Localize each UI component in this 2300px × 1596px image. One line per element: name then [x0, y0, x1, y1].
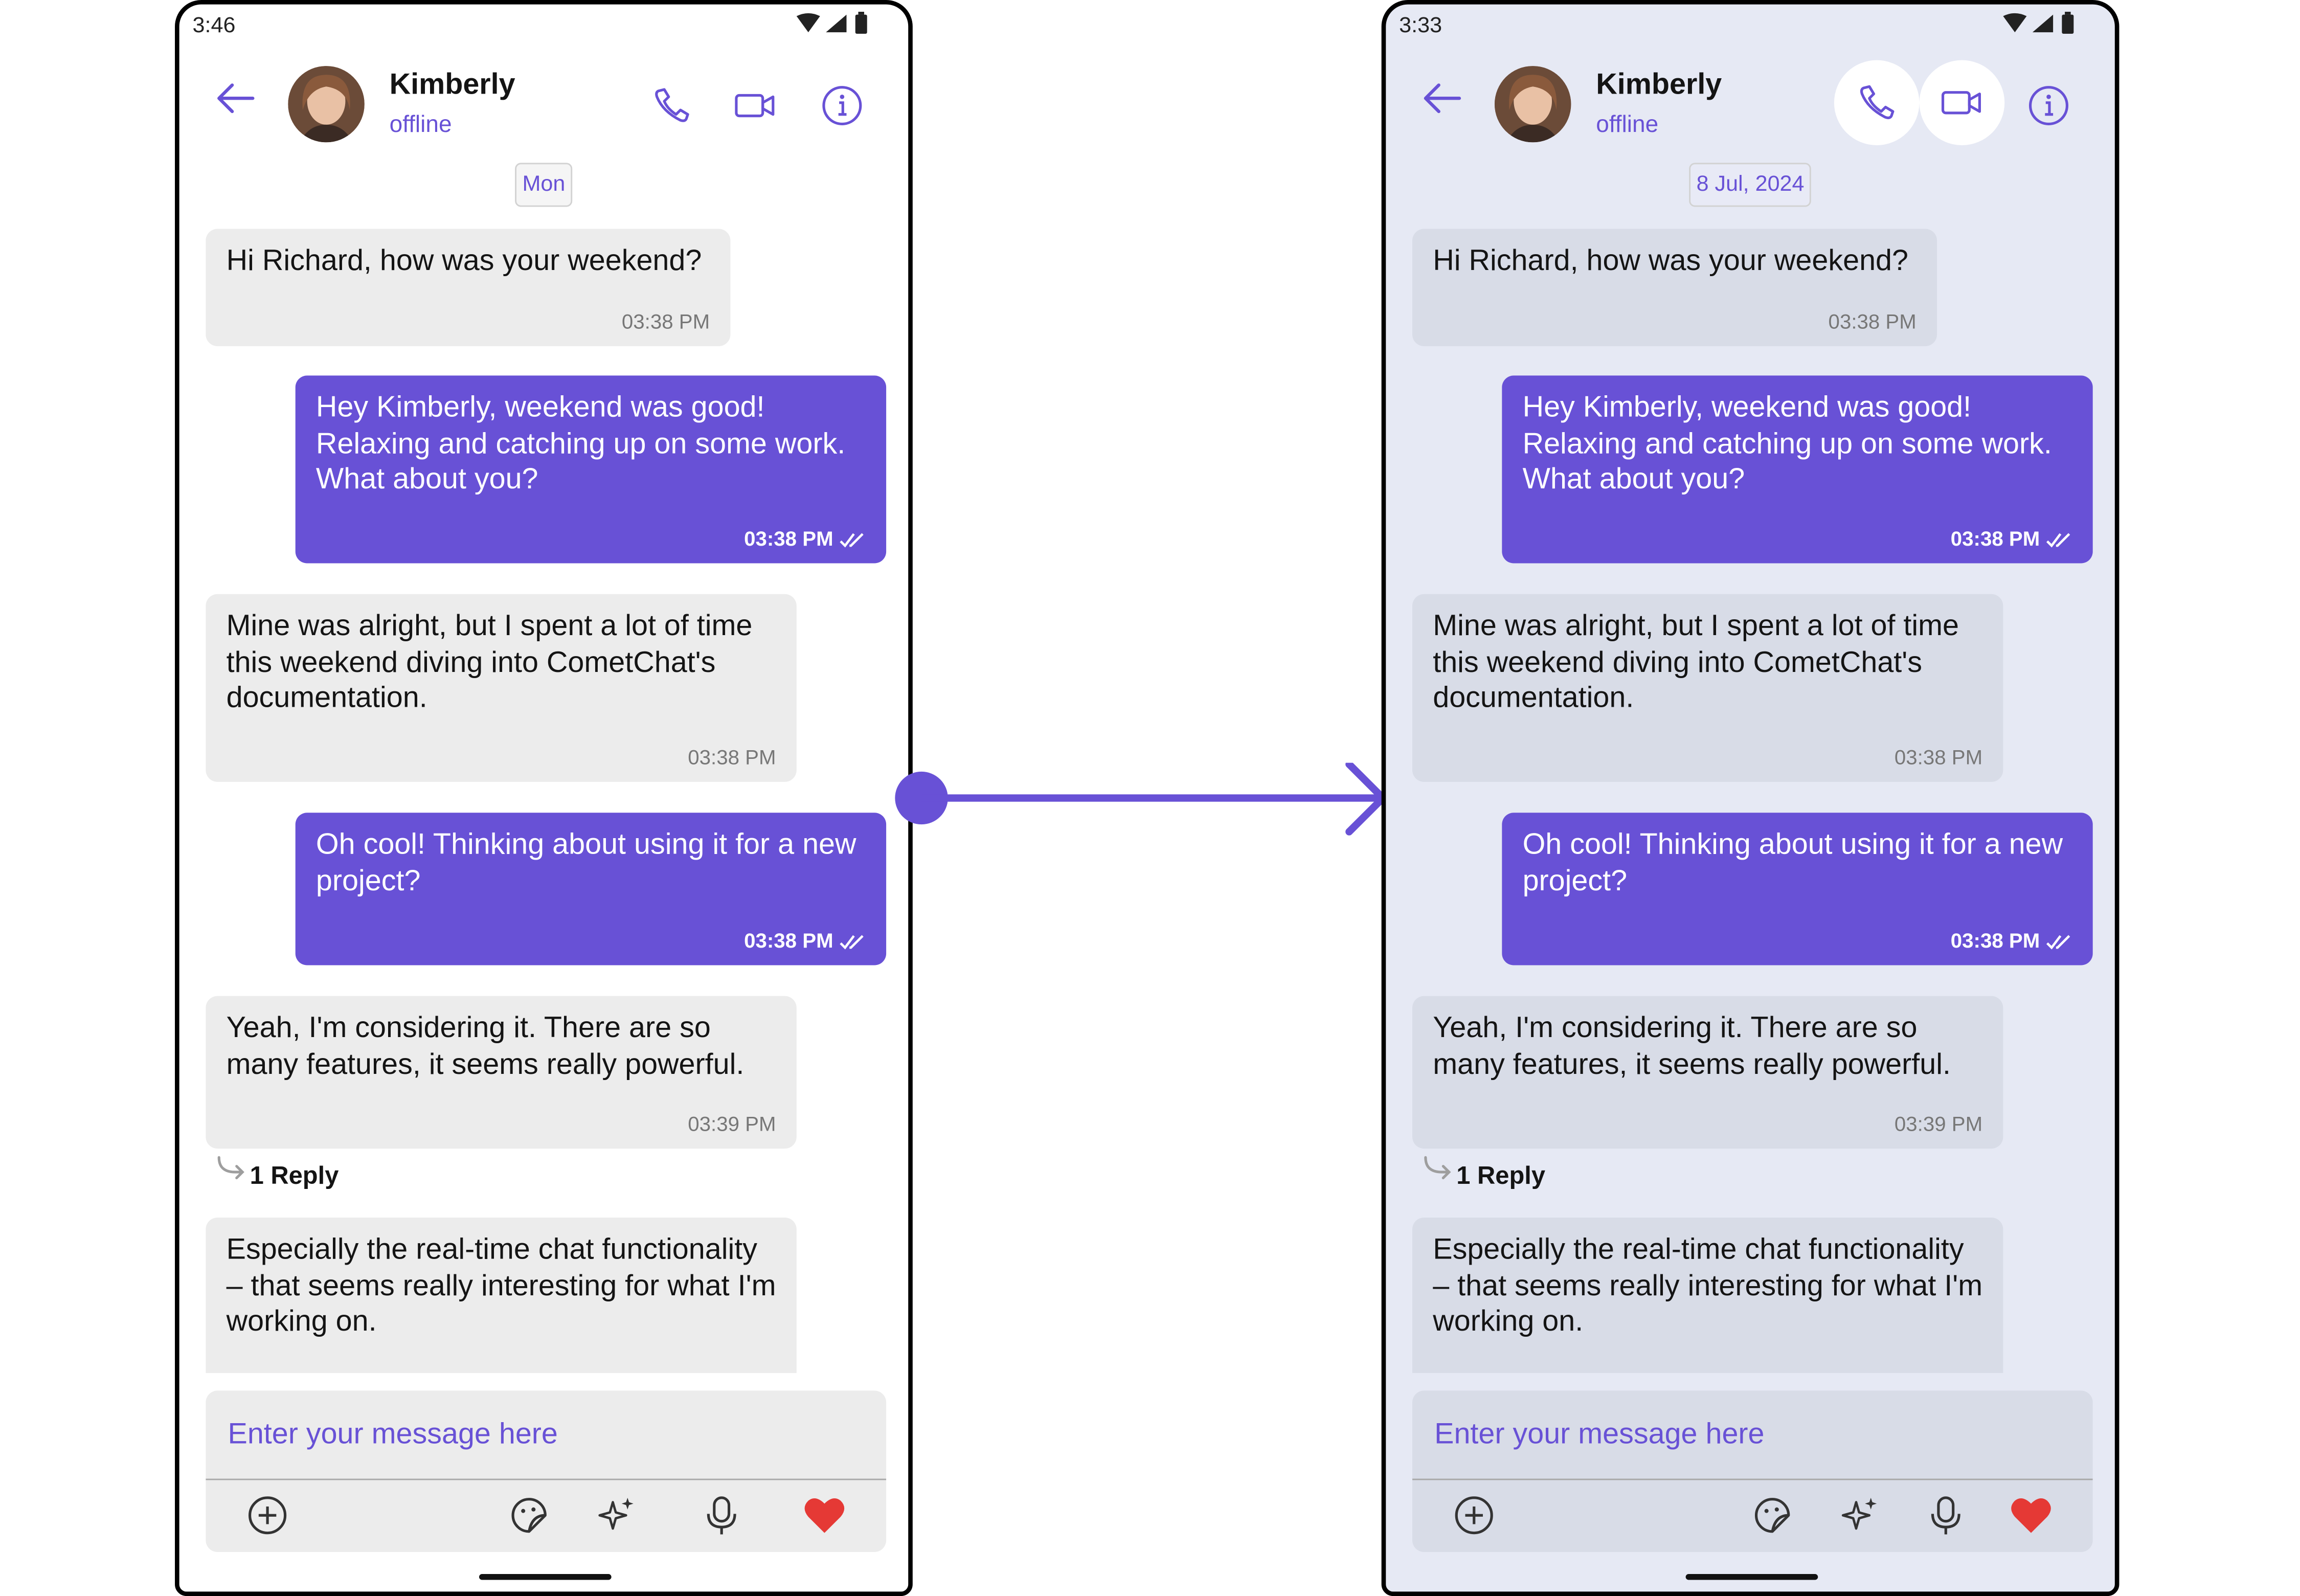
message-time: 03:38 PM [688, 745, 776, 769]
add-attachment-icon[interactable] [1452, 1493, 1496, 1537]
phone-call-icon [1860, 85, 1895, 120]
read-receipt-icon [840, 533, 864, 548]
message-time: 03:38 PM [621, 309, 710, 333]
message-bubble-incoming[interactable]: Yeah, I'm considering it. There are so m… [1412, 996, 2003, 1149]
message-text: Mine was alright, but I spent a lot of t… [1433, 610, 1959, 715]
message-bubble-incoming[interactable]: Especially the real-time chat functional… [206, 1217, 797, 1374]
microphone-icon[interactable] [700, 1493, 743, 1537]
contact-name: Kimberly [389, 69, 515, 101]
message-input[interactable] [1412, 1390, 2093, 1479]
message-text: Yeah, I'm considering it. There are so m… [1433, 1012, 1951, 1081]
home-indicator [479, 1574, 612, 1580]
status-bar: 3:46 [179, 5, 909, 46]
ai-sparkle-icon[interactable] [1838, 1493, 1882, 1537]
reply-count: 1 Reply [1456, 1161, 1546, 1190]
status-bar: 3:33 [1386, 5, 2115, 46]
message-text: Oh cool! Thinking about using it for a n… [1522, 828, 2063, 897]
message-text: Especially the real-time chat functional… [1433, 1233, 1983, 1338]
avatar[interactable] [1494, 66, 1571, 143]
message-bubble-outgoing[interactable]: Hey Kimberly, weekend was good! Relaxing… [295, 375, 887, 564]
reply-arrow-icon [217, 1156, 244, 1180]
message-text: Mine was alright, but I spent a lot of t… [226, 610, 753, 715]
message-text: Hi Richard, how was your weekend? [1433, 245, 1909, 278]
microphone-icon[interactable] [1924, 1493, 1968, 1537]
message-footer: 03:38 PM [1951, 527, 2072, 550]
message-bubble-incoming[interactable]: Mine was alright, but I spent a lot of t… [206, 594, 797, 782]
system-status-icons [796, 11, 867, 34]
heart-reaction-icon[interactable] [802, 1493, 846, 1537]
reply-arrow-icon [1424, 1156, 1451, 1180]
video-call-icon [1941, 91, 1981, 115]
ai-sparkle-icon[interactable] [595, 1493, 639, 1537]
avatar-portrait [288, 66, 365, 143]
message-text: Especially the real-time chat functional… [226, 1233, 776, 1338]
reply-count: 1 Reply [250, 1161, 339, 1190]
message-bubble-incoming[interactable]: Mine was alright, but I spent a lot of t… [1412, 594, 2003, 782]
message-input[interactable] [206, 1390, 887, 1479]
contact-name: Kimberly [1596, 69, 1722, 101]
message-bubble-outgoing[interactable]: Oh cool! Thinking about using it for a n… [295, 813, 887, 965]
presence-status: offline [1596, 113, 1659, 138]
message-composer [206, 1390, 887, 1552]
message-time: 03:39 PM [688, 1112, 776, 1136]
date-separator: Mon [515, 163, 573, 207]
message-footer: 03:38 PM [744, 527, 866, 550]
message-bubble-incoming[interactable]: Hi Richard, how was your weekend? 03:38 … [206, 229, 731, 346]
message-bubble-incoming[interactable]: Especially the real-time chat functional… [1412, 1217, 2003, 1374]
message-time: 03:38 PM [1828, 309, 1916, 333]
date-separator: 8 Jul, 2024 [1689, 163, 1812, 207]
composer-divider [1412, 1478, 2093, 1480]
composer-divider [206, 1478, 887, 1480]
message-time: 03:38 PM [744, 928, 833, 952]
message-bubble-incoming[interactable]: Yeah, I'm considering it. There are so m… [206, 996, 797, 1149]
video-call-icon[interactable] [733, 84, 777, 128]
message-text: Hey Kimberly, weekend was good! Relaxing… [315, 391, 846, 496]
status-time: 3:46 [192, 13, 236, 38]
comparison-stage: 3:46 Kimberly offline Mon Hi Richard, ho… [0, 0, 2300, 1596]
message-text: Hey Kimberly, weekend was good! Relaxing… [1522, 391, 2052, 496]
presence-status: offline [389, 113, 452, 138]
read-receipt-icon [2046, 935, 2070, 950]
message-text: Hi Richard, how was your weekend? [226, 245, 702, 278]
message-time: 03:38 PM [1894, 745, 1983, 769]
transition-arrow [895, 762, 1387, 836]
video-call-button[interactable] [1919, 60, 2005, 145]
message-composer [1412, 1390, 2093, 1552]
message-bubble-outgoing[interactable]: Hey Kimberly, weekend was good! Relaxing… [1502, 375, 2093, 564]
add-attachment-icon[interactable] [245, 1493, 289, 1537]
message-time: 03:39 PM [1894, 1112, 1983, 1136]
phone-call-button[interactable] [1834, 60, 1920, 145]
sticker-icon[interactable] [1750, 1493, 1794, 1537]
phone-default-style: 3:46 Kimberly offline Mon Hi Richard, ho… [175, 0, 913, 1596]
message-time: 03:38 PM [744, 526, 833, 550]
heart-reaction-icon[interactable] [2009, 1493, 2053, 1537]
back-arrow-icon[interactable] [1421, 81, 1462, 116]
system-status-icons [2003, 11, 2074, 34]
message-footer: 03:38 PM [744, 929, 866, 952]
message-time: 03:38 PM [1950, 526, 2040, 550]
message-text: Yeah, I'm considering it. There are so m… [226, 1012, 745, 1081]
status-time: 3:33 [1399, 13, 1442, 38]
avatar[interactable] [288, 66, 365, 143]
chat-header: Kimberly offline [179, 63, 909, 151]
message-bubble-outgoing[interactable]: Oh cool! Thinking about using it for a n… [1502, 813, 2093, 965]
back-arrow-icon[interactable] [215, 81, 256, 116]
message-bubble-incoming[interactable]: Hi Richard, how was your weekend? 03:38 … [1412, 229, 1937, 346]
avatar-portrait [1494, 66, 1571, 143]
phone-customized-style: 3:33 Kimberly offline 8 Jul, 2024 Hi Ric… [1381, 0, 2119, 1596]
message-time: 03:38 PM [1950, 928, 2040, 952]
chat-header: Kimberly offline [1386, 60, 2115, 151]
info-icon[interactable] [820, 84, 864, 128]
read-receipt-icon [2046, 533, 2070, 548]
read-receipt-icon [840, 935, 864, 950]
message-text: Oh cool! Thinking about using it for a n… [315, 828, 856, 897]
home-indicator [1685, 1574, 1818, 1580]
message-footer: 03:38 PM [1951, 929, 2072, 952]
sticker-icon[interactable] [507, 1493, 551, 1537]
info-icon[interactable] [2026, 84, 2070, 128]
phone-call-icon[interactable] [649, 84, 693, 128]
